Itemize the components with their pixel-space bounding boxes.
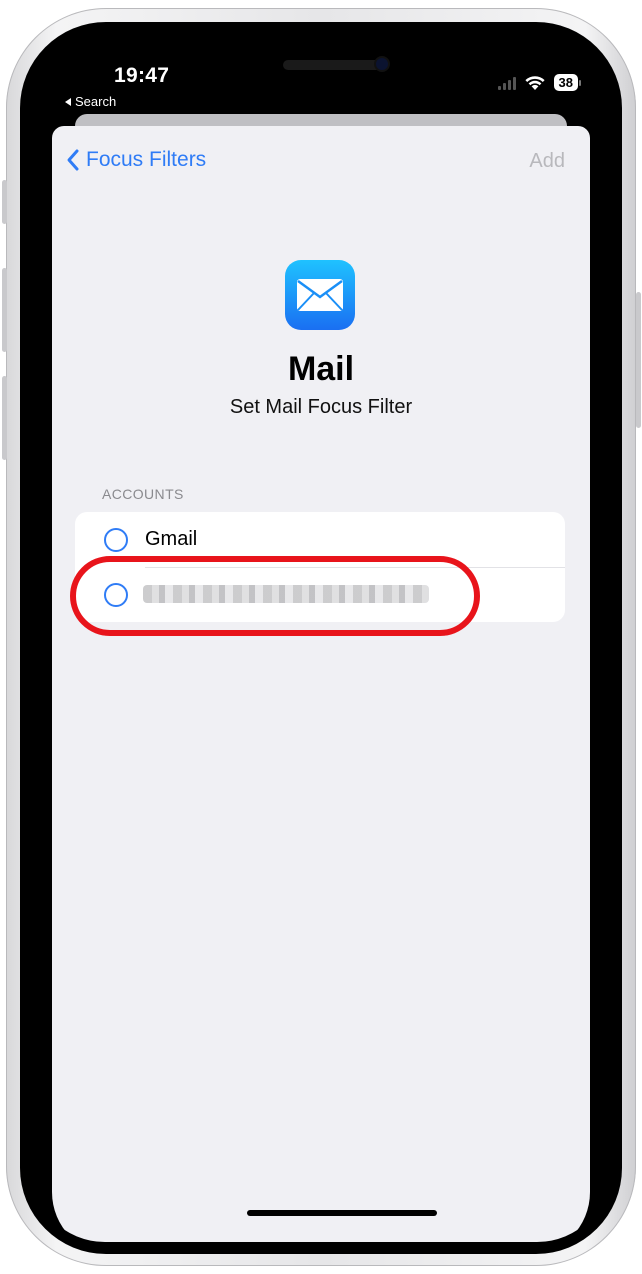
accounts-list: Gmail <box>70 512 565 636</box>
power-button <box>636 292 641 428</box>
app-subtitle: Set Mail Focus Filter <box>229 396 413 418</box>
focus-filters-back-button[interactable]: Focus Filters <box>66 148 206 172</box>
battery-indicator: 38 <box>553 74 581 91</box>
mail-app-icon <box>285 260 355 330</box>
status-indicators: 38 <box>497 74 581 91</box>
front-camera <box>376 58 388 70</box>
envelope-icon <box>297 279 343 311</box>
wifi-icon <box>524 75 545 90</box>
battery-level: 38 <box>553 74 578 91</box>
battery-nub <box>579 79 581 86</box>
home-indicator[interactable] <box>247 1210 437 1216</box>
cellular-signal-icon <box>497 76 516 90</box>
radio-button-icon[interactable] <box>104 527 128 552</box>
app-title: Mail <box>287 350 355 388</box>
back-triangle-icon <box>65 97 71 106</box>
focus-filter-sheet: Focus Filters Add Mail Set Mail Focus Fi… <box>52 126 590 1242</box>
accounts-section-header: ACCOUNTS <box>102 486 184 502</box>
chevron-left-icon <box>67 149 79 171</box>
back-app-label: Search <box>75 94 117 109</box>
volume-up-button <box>2 268 7 352</box>
red-highlight-annotation <box>70 556 480 636</box>
volume-down-button <box>2 376 7 460</box>
back-to-app-link[interactable]: Search <box>65 94 116 109</box>
earpiece-speaker <box>283 60 383 70</box>
screen: 19:47 Search 38 Focus Filters Add Mail S… <box>31 34 611 1242</box>
account-label: Gmail <box>145 528 198 550</box>
add-button[interactable]: Add <box>529 150 565 173</box>
mute-switch <box>2 180 7 224</box>
back-button-label: Focus Filters <box>86 148 207 171</box>
status-time: 19:47 <box>114 64 170 87</box>
